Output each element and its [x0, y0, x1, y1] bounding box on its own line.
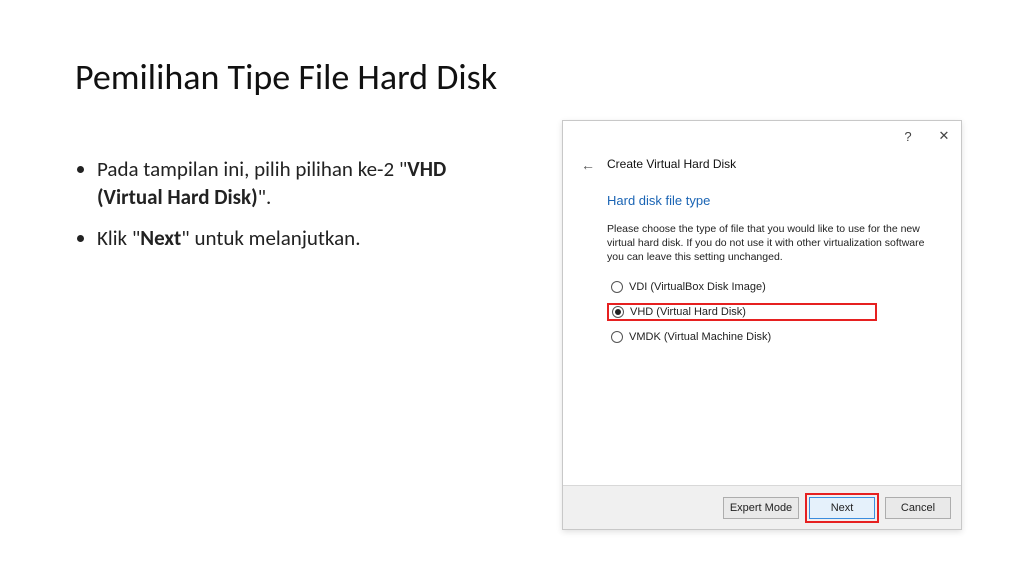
- radio-label: VDI (VirtualBox Disk Image): [629, 281, 766, 293]
- bullet-item-1: Pada tampilan ini, pilih pilihan ke-2 "V…: [97, 155, 505, 212]
- next-button[interactable]: Next: [809, 497, 875, 519]
- close-icon[interactable]: ✕: [933, 128, 955, 144]
- dialog-titlebar: ? ✕: [563, 121, 961, 151]
- radio-label: VMDK (Virtual Machine Disk): [629, 331, 771, 343]
- radio-icon: [611, 331, 623, 343]
- radio-option-vmdk[interactable]: VMDK (Virtual Machine Disk): [607, 329, 943, 345]
- dialog-heading: Create Virtual Hard Disk: [607, 157, 943, 171]
- cancel-button[interactable]: Cancel: [885, 497, 951, 519]
- bullet1-text-pre: Pada tampilan ini, pilih pilihan ke-2 ": [97, 156, 407, 182]
- slide-content: Pada tampilan ini, pilih pilihan ke-2 "V…: [75, 155, 505, 264]
- highlight-selected-option: VHD (Virtual Hard Disk): [607, 303, 877, 321]
- bullet-item-2: Klik "Next" untuk melanjutkan.: [97, 224, 505, 252]
- bullet2-text-post: " untuk melanjutkan.: [181, 225, 360, 251]
- highlight-next-button: Next: [805, 493, 879, 523]
- radio-option-vhd[interactable]: VHD (Virtual Hard Disk): [612, 306, 746, 318]
- radio-icon: [611, 281, 623, 293]
- dialog-body: ← Create Virtual Hard Disk Hard disk fil…: [563, 151, 961, 345]
- expert-mode-button[interactable]: Expert Mode: [723, 497, 799, 519]
- bullet2-text-pre: Klik ": [97, 225, 140, 251]
- create-virtual-hard-disk-dialog: ? ✕ ← Create Virtual Hard Disk Hard disk…: [562, 120, 962, 530]
- back-arrow-icon[interactable]: ←: [581, 157, 595, 173]
- dialog-description: Please choose the type of file that you …: [607, 222, 935, 265]
- bullet2-text-bold: Next: [140, 225, 181, 251]
- dialog-footer: Expert Mode Next Cancel: [563, 485, 961, 529]
- help-icon[interactable]: ?: [897, 129, 919, 144]
- disk-type-radio-group: VDI (VirtualBox Disk Image) VHD (Virtual…: [607, 279, 943, 345]
- dialog-section-title: Hard disk file type: [607, 193, 943, 208]
- radio-option-vdi[interactable]: VDI (VirtualBox Disk Image): [607, 279, 943, 295]
- radio-label: VHD (Virtual Hard Disk): [630, 306, 746, 318]
- radio-icon: [612, 306, 624, 318]
- slide-title: Pemilihan Tipe File Hard Disk: [75, 55, 497, 99]
- bullet1-text-post: ".: [258, 184, 272, 210]
